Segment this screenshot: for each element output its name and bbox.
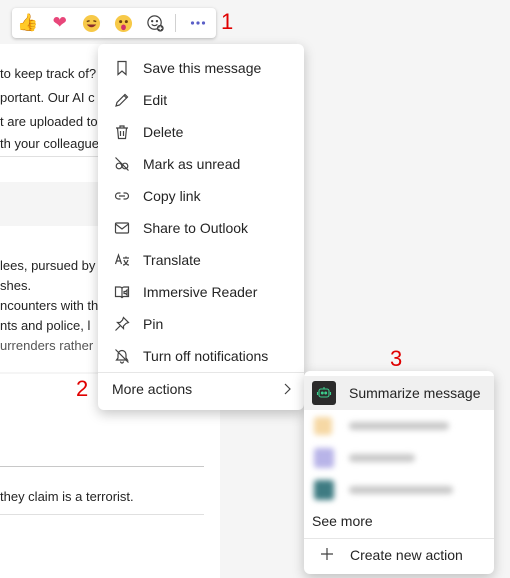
message-text-line: nts and police, l bbox=[0, 318, 91, 333]
menu-item-translate[interactable]: Translate bbox=[98, 244, 304, 276]
plus-icon bbox=[320, 547, 334, 564]
more-actions-submenu: Summarize message See more Create new ac… bbox=[304, 371, 494, 574]
menu-item-copy-link[interactable]: Copy link bbox=[98, 180, 304, 212]
message-text-line: shes. bbox=[0, 278, 32, 293]
menu-item-immersive-reader[interactable]: Immersive Reader bbox=[98, 276, 304, 308]
menu-item-share-outlook[interactable]: Share to Outlook bbox=[98, 212, 304, 244]
message-text-line: to keep track of? bbox=[0, 66, 97, 81]
message-text-line: t are uploaded to bbox=[0, 114, 98, 129]
menu-item-mark-unread[interactable]: Mark as unread bbox=[98, 148, 304, 180]
menu-item-label: Edit bbox=[143, 92, 168, 108]
menu-item-label: Turn off notifications bbox=[143, 348, 269, 364]
app-icon bbox=[312, 381, 336, 405]
menu-item-delete[interactable]: Delete bbox=[98, 116, 304, 148]
thumbs-up-icon: 👍 bbox=[17, 13, 39, 32]
menu-item-label: Delete bbox=[143, 124, 184, 140]
message-text-line: urrenders rather bbox=[0, 338, 94, 353]
app-icon bbox=[314, 480, 334, 500]
more-horizontal-icon bbox=[191, 21, 206, 25]
message-text-line: lees, pursued by bbox=[0, 258, 96, 273]
annotation-number: 3 bbox=[390, 346, 403, 371]
surprised-icon bbox=[114, 14, 133, 32]
submenu-item-blurred[interactable] bbox=[304, 477, 494, 503]
message-context-menu: Save this message Edit Delete Mark as un… bbox=[98, 44, 304, 410]
reaction-bar: 👍 ❤ bbox=[12, 8, 216, 38]
laugh-reaction-button[interactable] bbox=[76, 8, 108, 38]
menu-item-label: Pin bbox=[143, 316, 164, 332]
message-text-line: ncounters with th bbox=[0, 298, 99, 313]
message-text-line: portant. Our AI c bbox=[0, 90, 95, 105]
mail-icon bbox=[114, 220, 130, 236]
annotation-number: 1 bbox=[221, 9, 234, 34]
eye-off-icon bbox=[114, 156, 130, 172]
heart-reaction-button[interactable]: ❤ bbox=[44, 8, 76, 38]
divider bbox=[0, 514, 204, 515]
submenu-item-blurred[interactable] bbox=[304, 413, 494, 439]
divider bbox=[0, 156, 98, 157]
create-new-action-label: Create new action bbox=[350, 547, 463, 563]
menu-item-pin[interactable]: Pin bbox=[98, 308, 304, 340]
like-reaction-button[interactable]: 👍 bbox=[12, 8, 44, 38]
submenu-item-blurred[interactable] bbox=[304, 445, 494, 471]
menu-item-more-actions[interactable]: More actions bbox=[98, 373, 304, 405]
blurred-label bbox=[349, 454, 415, 462]
blurred-label bbox=[349, 486, 453, 494]
menu-item-label: Translate bbox=[143, 252, 201, 268]
app-icon bbox=[314, 417, 332, 435]
menu-item-turn-off-notifications[interactable]: Turn off notifications bbox=[98, 340, 304, 372]
chevron-right-icon bbox=[282, 382, 292, 399]
pin-icon bbox=[114, 316, 130, 332]
menu-item-label: More actions bbox=[112, 381, 193, 397]
heart-icon: ❤ bbox=[52, 13, 67, 32]
trash-icon bbox=[114, 124, 130, 140]
message-text-line: th your colleague bbox=[0, 136, 100, 151]
bell-off-icon bbox=[114, 348, 130, 364]
create-new-action-button[interactable]: Create new action bbox=[304, 539, 494, 571]
add-reaction-button[interactable] bbox=[139, 8, 171, 38]
menu-item-save-message[interactable]: Save this message bbox=[98, 52, 304, 84]
laugh-icon bbox=[83, 14, 101, 32]
menu-item-edit[interactable]: Edit bbox=[98, 84, 304, 116]
pencil-icon bbox=[114, 92, 130, 108]
reader-icon bbox=[114, 284, 130, 300]
annotation-number: 2 bbox=[76, 376, 89, 401]
see-more-label: See more bbox=[312, 513, 373, 529]
reaction-bar-separator bbox=[175, 14, 177, 32]
see-more-link[interactable]: See more bbox=[304, 509, 494, 533]
bookmark-icon bbox=[114, 60, 130, 76]
translate-icon bbox=[114, 252, 130, 268]
message-text-line: they claim is a terrorist. bbox=[0, 489, 134, 504]
blurred-label bbox=[349, 422, 449, 430]
more-options-button[interactable] bbox=[180, 8, 216, 38]
link-icon bbox=[114, 188, 130, 204]
menu-item-label: Share to Outlook bbox=[143, 220, 249, 236]
surprised-reaction-button[interactable] bbox=[108, 8, 140, 38]
divider bbox=[0, 466, 204, 467]
menu-item-label: Save this message bbox=[143, 60, 262, 76]
submenu-item-summarize[interactable]: Summarize message bbox=[304, 376, 494, 410]
submenu-item-label: Summarize message bbox=[349, 385, 481, 401]
add-emoji-icon bbox=[147, 14, 164, 32]
app-icon bbox=[314, 448, 334, 468]
menu-item-label: Copy link bbox=[143, 188, 201, 204]
menu-item-label: Mark as unread bbox=[143, 156, 241, 172]
menu-item-label: Immersive Reader bbox=[143, 284, 258, 300]
